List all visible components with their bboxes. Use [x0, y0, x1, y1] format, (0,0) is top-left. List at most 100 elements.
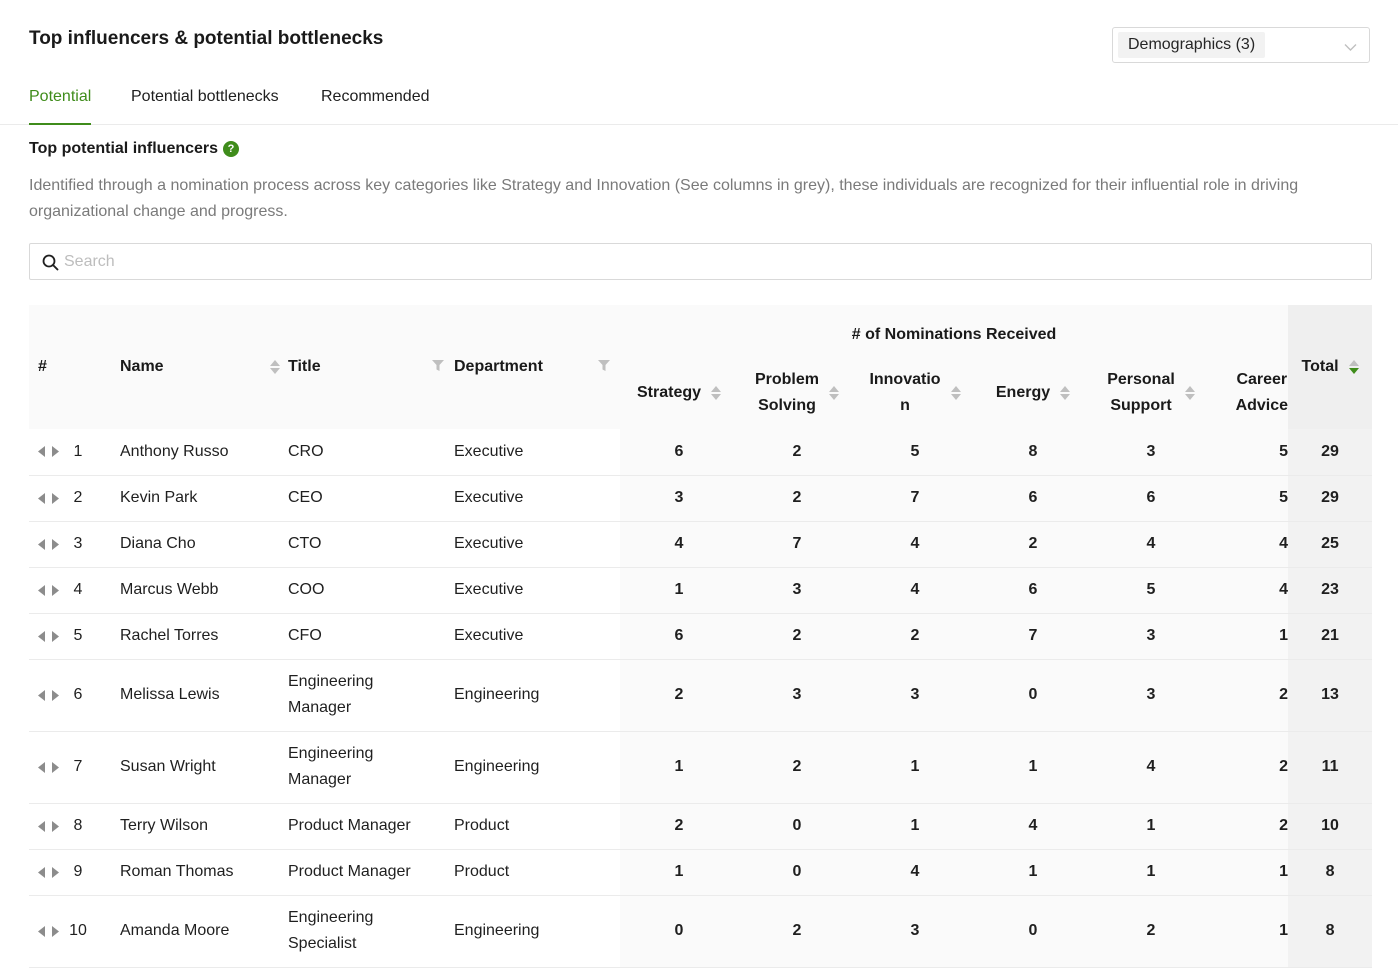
rank-number: 6 — [73, 686, 83, 703]
table-row[interactable]: 8 Terry Wilson Product Manager Product 2 0 1 4 1… — [29, 803, 1373, 850]
title-cell: Engineering Manager — [288, 659, 454, 732]
filter-icon[interactable] — [432, 358, 444, 376]
row-arrows[interactable] — [38, 492, 59, 504]
col-header-problem-solving[interactable]: Problem Solving — [738, 357, 856, 429]
col-header-energy[interactable]: Energy — [974, 357, 1092, 429]
title-cell: CEO — [288, 475, 454, 522]
rank-number: 7 — [73, 758, 83, 775]
caret-right-icon[interactable] — [52, 820, 59, 832]
table-row[interactable]: 4 Marcus Webb COO Executive 1 3 4 6 5 4 23 — [29, 567, 1373, 614]
title-line: COO — [288, 581, 325, 598]
department-cell: Engineering — [454, 659, 620, 732]
rank-number: 1 — [73, 442, 83, 460]
row-arrows[interactable] — [38, 538, 59, 550]
col-header-name[interactable]: Name — [111, 305, 288, 429]
strategy-cell: 2 — [620, 659, 738, 732]
col-header-personal-support[interactable]: Personal Support — [1092, 357, 1210, 429]
caret-left-icon[interactable] — [38, 630, 45, 642]
row-arrows[interactable] — [38, 689, 59, 701]
title-cell: COO — [288, 567, 454, 614]
career-advice-cell: 4 — [1210, 567, 1289, 614]
row-arrows[interactable] — [38, 761, 59, 773]
department-cell: Product — [454, 803, 620, 850]
caret-left-icon[interactable] — [38, 446, 45, 458]
table-row[interactable]: 10 Amanda Moore Engineering Specialist Engin… — [29, 895, 1373, 968]
col-header-innovation[interactable]: Innovatio n — [856, 357, 974, 429]
table-row[interactable]: 7 Susan Wright Engineering Manager Engineeri… — [29, 731, 1373, 804]
caret-left-icon[interactable] — [38, 761, 45, 773]
caret-right-icon[interactable] — [52, 689, 59, 701]
col-header-label-line: Energy — [995, 384, 1051, 401]
caret-left-icon[interactable] — [38, 925, 45, 937]
caret-right-icon[interactable] — [52, 538, 59, 550]
sort-desc-icon[interactable] — [1348, 360, 1359, 374]
name-cell: Rachel Torres — [111, 613, 288, 660]
caret-right-icon[interactable] — [52, 492, 59, 504]
tab-recommended[interactable]: Recommended — [321, 88, 430, 123]
row-arrows[interactable] — [38, 630, 59, 642]
sort-icon[interactable] — [711, 386, 722, 400]
sort-icon[interactable] — [270, 360, 280, 374]
tab-potential[interactable]: Potential — [29, 88, 92, 125]
row-arrows[interactable] — [38, 866, 59, 878]
help-icon[interactable]: ? — [223, 141, 240, 157]
caret-right-icon[interactable] — [52, 761, 59, 773]
sort-icon[interactable] — [950, 386, 961, 400]
rank-cell: 7 — [29, 731, 111, 804]
problem-solving-cell: 2 — [738, 475, 856, 522]
career-advice-cell: 5 — [1210, 475, 1289, 522]
caret-right-icon[interactable] — [52, 630, 59, 642]
col-header-title[interactable]: Title — [288, 305, 454, 429]
career-advice-cell: 2 — [1210, 731, 1289, 804]
rank-cell: 8 — [29, 803, 111, 850]
col-header-strategy[interactable]: Strategy — [620, 357, 738, 429]
caret-right-icon[interactable] — [52, 866, 59, 878]
demographics-select[interactable]: Demographics (3) — [1112, 27, 1370, 63]
caret-left-icon[interactable] — [38, 820, 45, 832]
innovation-cell: 1 — [856, 731, 974, 804]
col-header-label: Innovatio n — [869, 367, 940, 419]
table-row[interactable]: 3 Diana Cho CTO Executive 4 7 4 2 4 4 25 — [29, 521, 1373, 568]
sort-icon[interactable] — [829, 386, 839, 400]
caret-left-icon[interactable] — [38, 689, 45, 701]
table-row[interactable]: 5 Rachel Torres CFO Executive 6 2 2 7 3 1 21 — [29, 613, 1373, 660]
rank-cell: 6 — [29, 659, 111, 732]
col-header-career-advice[interactable]: Career Advice — [1210, 357, 1289, 429]
caret-left-icon[interactable] — [38, 538, 45, 550]
innovation-cell: 5 — [856, 429, 974, 476]
table-row[interactable]: 1 Anthony Russo CRO Executive 6 2 5 8 3 5 29 — [29, 429, 1373, 476]
col-header-department[interactable]: Department — [454, 305, 620, 429]
energy-cell: 8 — [974, 429, 1092, 476]
title-line: Manager — [288, 699, 352, 716]
caret-right-icon[interactable] — [52, 925, 59, 937]
caret-left-icon[interactable] — [38, 584, 45, 596]
caret-left-icon[interactable] — [38, 866, 45, 878]
filter-icon[interactable] — [598, 358, 610, 376]
row-arrows[interactable] — [38, 925, 59, 937]
row-arrows[interactable] — [38, 446, 59, 458]
table-row[interactable]: 6 Melissa Lewis Engineering Manager Engineer… — [29, 659, 1373, 732]
title-line: Manager — [288, 771, 352, 788]
sort-icon[interactable] — [1184, 386, 1195, 400]
col-header-total[interactable]: Total — [1288, 305, 1373, 429]
career-advice-cell: 2 — [1210, 659, 1289, 732]
row-arrows[interactable] — [38, 820, 59, 832]
caret-left-icon[interactable] — [38, 492, 45, 504]
problem-solving-cell: 2 — [738, 429, 856, 476]
title-line: Engineering — [288, 909, 374, 926]
sort-icon[interactable] — [1060, 386, 1071, 400]
caret-right-icon[interactable] — [52, 584, 59, 596]
innovation-cell: 3 — [856, 659, 974, 732]
career-advice-cell: 2 — [1210, 803, 1289, 850]
table-row[interactable]: 9 Roman Thomas Product Manager Product 1 0 4 1 1… — [29, 849, 1373, 896]
energy-cell: 7 — [974, 613, 1092, 660]
innovation-cell: 2 — [856, 613, 974, 660]
tab-potential-bottlenecks[interactable]: Potential bottlenecks — [131, 88, 279, 123]
problem-solving-cell: 2 — [738, 731, 856, 804]
energy-cell: 1 — [974, 731, 1092, 804]
row-arrows[interactable] — [38, 584, 59, 596]
title-line: CFO — [288, 627, 322, 644]
search-input[interactable] — [64, 250, 1354, 274]
table-row[interactable]: 2 Kevin Park CEO Executive 3 2 7 6 6 5 29 — [29, 475, 1373, 522]
caret-right-icon[interactable] — [52, 446, 59, 458]
